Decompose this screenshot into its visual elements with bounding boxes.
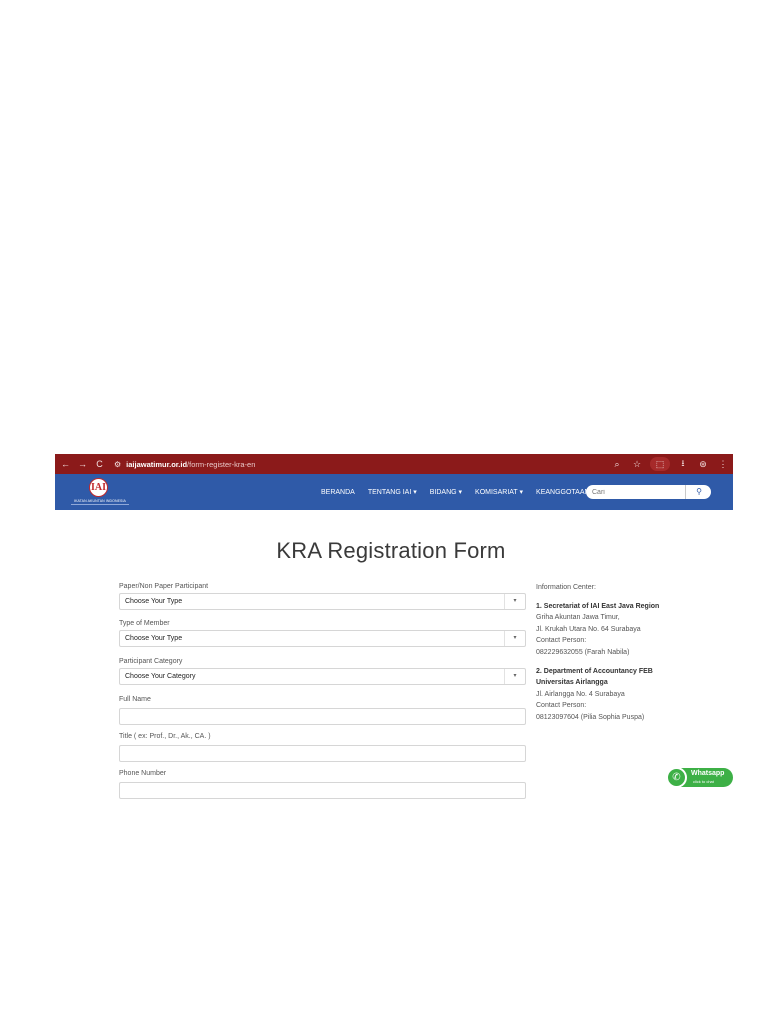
phone-field: Phone Number	[119, 769, 526, 799]
back-arrow-icon[interactable]: ←	[57, 459, 74, 469]
paper-participant-field: Paper/Non Paper Participant Choose Your …	[119, 582, 526, 610]
participant-category-field: Participant Category Choose Your Categor…	[119, 657, 526, 685]
secretariat-contact: 082229632055 (Farah Nabila)	[536, 648, 630, 656]
paper-participant-label: Paper/Non Paper Participant	[119, 583, 209, 590]
search-icon: ⚲	[696, 487, 702, 496]
information-center: Information Center: 1. Secretariat of IA…	[536, 582, 686, 724]
search-input[interactable]	[586, 485, 684, 499]
search-button[interactable]: ⚲	[685, 485, 711, 499]
main-menu: BERANDA TENTANG IAI ▾ BIDANG ▾ KOMISARIA…	[321, 474, 608, 510]
member-type-field: Type of Member Choose Your Type ▾	[119, 619, 526, 647]
member-type-label: Type of Member	[119, 620, 170, 627]
department-contact-label: Contact Person:	[536, 702, 587, 710]
phone-label: Phone Number	[119, 770, 167, 777]
member-type-value: Choose Your Type	[125, 635, 183, 642]
url-domain: iaijawatimur.or.id	[126, 459, 188, 469]
screenshot-frame: ← → C ⚙ iaijawatimur.or.id/form-register…	[55, 454, 733, 810]
department-title: 2. Department of Accountancy FEB	[536, 667, 653, 675]
whatsapp-sub-label: click to chat	[693, 779, 714, 784]
whatsapp-label: Whatsapp	[691, 770, 725, 777]
full-name-input[interactable]	[119, 708, 526, 725]
iai-logo-org: IKATAN AKUNTAN INDONESIA	[74, 499, 126, 503]
paper-participant-value: Choose Your Type	[125, 598, 183, 605]
bookmark-star-icon[interactable]: ☆	[627, 459, 647, 470]
chevron-down-icon: ▾	[504, 631, 525, 646]
browser-toolbar: ← → C ⚙ iaijawatimur.or.id/form-register…	[55, 454, 733, 474]
secretariat-address-1: Griha Akuntan Jawa Timur,	[536, 614, 620, 622]
browser-actions: ⌕ ☆ ⬚ ⭳ ⊛ ⋮	[607, 454, 733, 474]
member-type-select[interactable]: Choose Your Type ▾	[119, 630, 526, 647]
download-icon[interactable]: ⭳	[673, 456, 693, 472]
participant-category-value: Choose Your Category	[125, 673, 196, 680]
paper-participant-select[interactable]: Choose Your Type ▾	[119, 593, 526, 610]
menu-item-bidang[interactable]: BIDANG ▾	[430, 488, 462, 496]
department-address: Jl. Airlangga No. 4 Surabaya	[536, 690, 625, 698]
title-field: Title ( ex: Prof., Dr., Ak., CA. )	[119, 732, 526, 762]
extension-icon[interactable]: ⬚	[650, 457, 670, 471]
url-path: /form-register-kra-en	[187, 459, 256, 469]
department-contact: 08123097604 (Pilia Sophia Puspa)	[536, 713, 645, 721]
site-search: ⚲	[586, 485, 711, 499]
site-settings-icon[interactable]: ⚙	[114, 460, 121, 469]
menu-item-tentang-iai[interactable]: TENTANG IAI ▾	[368, 488, 417, 496]
iai-logo-mark: IAI	[89, 478, 108, 497]
forward-arrow-icon[interactable]: →	[74, 459, 91, 469]
info-heading: Information Center:	[536, 584, 596, 591]
menu-item-komisariat[interactable]: KOMISARIAT ▾	[475, 488, 523, 496]
chevron-down-icon: ▾	[504, 594, 525, 609]
profile-icon[interactable]: ⊛	[693, 459, 713, 470]
participant-category-select[interactable]: Choose Your Category ▾	[119, 668, 526, 685]
whatsapp-icon: ✆	[666, 767, 687, 788]
reload-icon[interactable]: C	[91, 459, 108, 469]
full-name-label: Full Name	[119, 696, 151, 703]
menu-item-beranda[interactable]: BERANDA	[321, 489, 355, 496]
secretariat-title: 1. Secretariat of IAI East Java Region	[536, 602, 660, 610]
department-university: Universitas Airlangga	[536, 679, 608, 687]
address-bar[interactable]: iaijawatimur.or.id/form-register-kra-en	[126, 460, 255, 469]
chevron-down-icon: ▾	[504, 669, 525, 684]
iai-logo[interactable]: IAI IKATAN AKUNTAN INDONESIA	[71, 477, 129, 507]
zoom-icon[interactable]: ⌕	[607, 459, 627, 470]
page-title: KRA Registration Form	[276, 538, 506, 563]
participant-category-label: Participant Category	[119, 658, 183, 665]
secretariat-address-2: Jl. Krukah Utara No. 64 Surabaya	[536, 625, 641, 633]
title-label: Title ( ex: Prof., Dr., Ak., CA. )	[119, 733, 211, 740]
phone-input[interactable]	[119, 782, 526, 799]
whatsapp-chat-button[interactable]: ✆ Whatsapp click to chat	[666, 767, 733, 788]
secretariat-contact-label: Contact Person:	[536, 637, 587, 645]
browser-menu-icon[interactable]: ⋮	[713, 459, 733, 470]
logo-divider	[71, 504, 129, 505]
full-name-field: Full Name	[119, 695, 526, 725]
title-input[interactable]	[119, 745, 526, 762]
